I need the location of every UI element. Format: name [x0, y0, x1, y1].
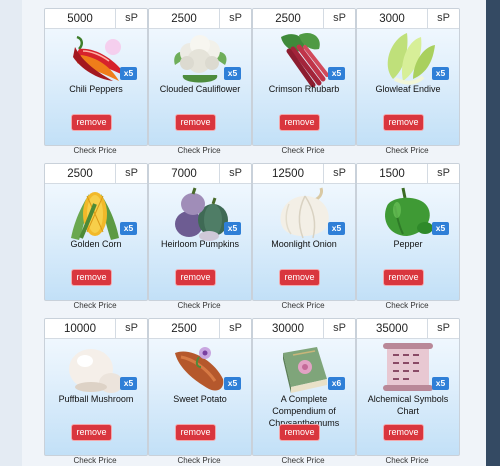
remove-button[interactable]: remove — [384, 270, 423, 285]
item-name: Pepper — [393, 239, 423, 249]
item-name: Golden Corn — [70, 239, 122, 249]
remove-button[interactable]: remove — [72, 425, 111, 440]
check-price-link[interactable]: Check Price — [356, 301, 458, 310]
page-left-margin — [0, 0, 22, 466]
price-input[interactable]: 12500 — [253, 164, 324, 184]
check-price-link[interactable]: Check Price — [252, 456, 354, 465]
currency-label: sP — [428, 164, 459, 184]
item-card-body: 2500 sP x5 Clouded Cauliflower remove — [148, 8, 252, 146]
check-price-link[interactable]: Check Price — [44, 301, 146, 310]
currency-label: sP — [116, 319, 147, 339]
check-price-link[interactable]: Check Price — [148, 456, 250, 465]
item-name: A Complete Compendium of Chrysanthemums — [268, 394, 340, 428]
scrollbar-track[interactable] — [486, 0, 500, 466]
price-input[interactable]: 30000 — [253, 319, 324, 339]
remove-button[interactable]: remove — [384, 115, 423, 130]
currency-label: sP — [324, 164, 355, 184]
item-name: Glowleaf Endive — [375, 84, 441, 94]
quantity-badge: x5 — [432, 377, 449, 390]
remove-button[interactable]: remove — [176, 425, 215, 440]
item-name: Moonlight Onion — [271, 239, 337, 249]
price-input[interactable]: 2500 — [149, 319, 220, 339]
remove-button[interactable]: remove — [176, 270, 215, 285]
item-card-body: 10000 sP x5 Puffball Mushroom remove — [44, 318, 148, 456]
quantity-badge: x5 — [120, 67, 137, 80]
quantity-badge: x5 — [432, 67, 449, 80]
item-card-body: 5000 sP x5 Chili Peppers remove — [44, 8, 148, 146]
price-input[interactable]: 2500 — [45, 164, 116, 184]
item-card-body: 2500 sP x5 Sweet Potato remove — [148, 318, 252, 456]
price-input[interactable]: 3000 — [357, 9, 428, 29]
quantity-badge: x5 — [120, 377, 137, 390]
remove-button[interactable]: remove — [176, 115, 215, 130]
price-input[interactable]: 7000 — [149, 164, 220, 184]
currency-label: sP — [220, 164, 251, 184]
remove-button[interactable]: remove — [280, 270, 319, 285]
currency-label: sP — [428, 9, 459, 29]
item-card-body: 1500 sP x5 Pepper remove — [356, 163, 460, 301]
item-card-body: 2500 sP x5 Crimson Rhubarb remove — [252, 8, 356, 146]
quantity-badge: x5 — [328, 67, 345, 80]
quantity-badge: x5 — [224, 377, 241, 390]
remove-button[interactable]: remove — [72, 270, 111, 285]
check-price-link[interactable]: Check Price — [252, 301, 354, 310]
price-input[interactable]: 35000 — [357, 319, 428, 339]
quantity-badge: x6 — [328, 377, 345, 390]
item-name: Heirloom Pumpkins — [160, 239, 240, 249]
check-price-link[interactable]: Check Price — [148, 146, 250, 155]
currency-label: sP — [324, 9, 355, 29]
price-input[interactable]: 5000 — [45, 9, 116, 29]
item-name: Alchemical Symbols Chart — [367, 394, 449, 416]
quantity-badge: x5 — [224, 67, 241, 80]
remove-button[interactable]: remove — [280, 425, 319, 440]
remove-button[interactable]: remove — [280, 115, 319, 130]
quantity-badge: x5 — [328, 222, 345, 235]
item-name: Sweet Potato — [173, 394, 227, 404]
remove-button[interactable]: remove — [72, 115, 111, 130]
item-name: Chili Peppers — [69, 84, 123, 94]
item-card-body: 30000 sP x6 A Complete Compendium of Chr… — [252, 318, 356, 456]
price-input[interactable]: 2500 — [149, 9, 220, 29]
currency-label: sP — [324, 319, 355, 339]
currency-label: sP — [116, 164, 147, 184]
check-price-link[interactable]: Check Price — [252, 146, 354, 155]
item-card-body: 12500 sP x5 Moonlight Onion remove — [252, 163, 356, 301]
check-price-link[interactable]: Check Price — [356, 456, 458, 465]
item-card-body: 3000 sP x5 Glowleaf Endive remove — [356, 8, 460, 146]
item-card-body: 2500 sP x5 Golden Corn remove — [44, 163, 148, 301]
price-input[interactable]: 10000 — [45, 319, 116, 339]
item-name: Puffball Mushroom — [58, 394, 134, 404]
currency-label: sP — [428, 319, 459, 339]
item-name: Crimson Rhubarb — [268, 84, 340, 94]
currency-label: sP — [220, 319, 251, 339]
item-card-body: 7000 sP x5 Heirloom Pumpkins remove — [148, 163, 252, 301]
item-card-body: 35000 sP x5 Alchemical Symbols Chart rem… — [356, 318, 460, 456]
quantity-badge: x5 — [432, 222, 449, 235]
quantity-badge: x5 — [120, 222, 137, 235]
currency-label: sP — [220, 9, 251, 29]
item-name: Clouded Cauliflower — [159, 84, 241, 94]
check-price-link[interactable]: Check Price — [148, 301, 250, 310]
currency-label: sP — [116, 9, 147, 29]
check-price-link[interactable]: Check Price — [44, 146, 146, 155]
check-price-link[interactable]: Check Price — [356, 146, 458, 155]
remove-button[interactable]: remove — [384, 425, 423, 440]
price-input[interactable]: 1500 — [357, 164, 428, 184]
check-price-link[interactable]: Check Price — [44, 456, 146, 465]
price-input[interactable]: 2500 — [253, 9, 324, 29]
quantity-badge: x5 — [224, 222, 241, 235]
